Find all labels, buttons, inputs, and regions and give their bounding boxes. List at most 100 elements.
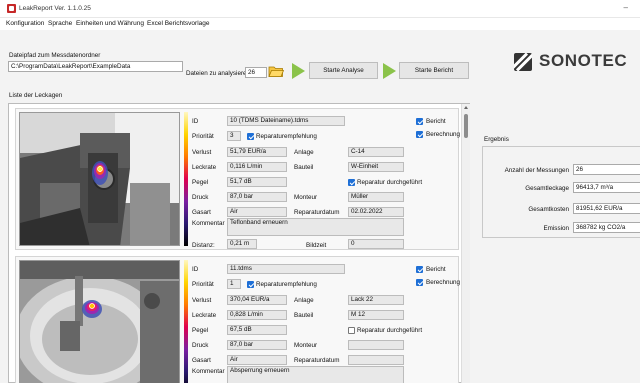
comment-label: Kommentar <box>192 368 225 375</box>
repair-recommendation-label: Reparaturempfehlung <box>256 281 317 288</box>
window-title: LeakReport Ver. 1.1.0.25 <box>19 5 91 12</box>
leak-rate-field[interactable]: 0,116 L/min <box>227 162 287 172</box>
repair-done-checkbox[interactable] <box>348 179 355 186</box>
technician-label: Monteur <box>294 342 318 349</box>
report-label: Bericht <box>426 118 446 125</box>
thermal-image <box>19 112 180 246</box>
loss-label: Verlust <box>192 297 212 304</box>
priority-field[interactable]: 3 <box>227 131 241 141</box>
calculation-label: Berechnung <box>426 279 460 286</box>
minimize-button[interactable]: – <box>624 3 628 12</box>
result-label: Gesamtkosten <box>528 206 569 213</box>
calculation-checkbox[interactable] <box>416 279 423 286</box>
repair-date-field[interactable]: 02.02.2022 <box>348 207 404 217</box>
result-label: Anzahl der Messungen <box>504 167 569 174</box>
loss-field[interactable]: 51,79 EUR/a <box>227 147 287 157</box>
scroll-thumb[interactable] <box>464 114 468 138</box>
report-checkbox[interactable] <box>416 118 423 125</box>
technician-label: Monteur <box>294 194 318 201</box>
pressure-field[interactable]: 87,0 bar <box>227 192 287 202</box>
pressure-field[interactable]: 87,0 bar <box>227 340 287 350</box>
level-field[interactable]: 51,7 dB <box>227 177 287 187</box>
analyze-count-input[interactable]: 26 <box>245 67 267 78</box>
image-time-field[interactable]: 0 <box>348 239 404 249</box>
result-value: 96413,7 m³/a <box>573 182 640 193</box>
repair-recommendation-checkbox[interactable] <box>247 133 254 140</box>
component-label: Bauteil <box>294 164 314 171</box>
distance-field[interactable]: 0,21 m <box>227 239 257 249</box>
image-time-label: Bildzeit <box>306 242 327 249</box>
title-bar: LeakReport Ver. 1.1.0.25 – <box>0 0 640 18</box>
result-value: 26 <box>573 164 640 175</box>
priority-field[interactable]: 1 <box>227 279 241 289</box>
comment-field[interactable]: Teflonband erneuern <box>227 218 404 236</box>
plant-field[interactable]: Lack 22 <box>348 295 404 305</box>
leak-rate-label: Leckrate <box>192 164 217 171</box>
loss-field[interactable]: 370,04 EUR/a <box>227 295 287 305</box>
menu-item-excel-vorlage[interactable]: Excel Berichtsvorlage <box>147 20 210 27</box>
level-label: Pegel <box>192 327 209 334</box>
calculation-checkbox[interactable] <box>416 131 423 138</box>
leak-list-title: Liste der Leckagen <box>9 92 63 99</box>
scroll-up-arrow-icon[interactable] <box>464 106 468 109</box>
level-field[interactable]: 67,5 dB <box>227 325 287 335</box>
priority-label: Priorität <box>192 133 214 140</box>
id-label: ID <box>192 118 199 125</box>
open-folder-button[interactable] <box>268 64 285 78</box>
component-field[interactable]: W-Einheit <box>348 162 404 172</box>
logo-text: SONOTEC <box>539 51 628 70</box>
report-label: Bericht <box>426 266 446 273</box>
leak-rate-label: Leckrate <box>192 312 217 319</box>
folder-icon <box>268 66 285 77</box>
repair-date-field[interactable] <box>348 355 404 365</box>
plant-label: Anlage <box>294 149 314 156</box>
repair-done-label: Reparatur durchgeführt <box>357 179 423 186</box>
plant-field[interactable]: C-14 <box>348 147 404 157</box>
level-label: Pegel <box>192 179 209 186</box>
menu-bar: Konfiguration Sprache Einheiten und Währ… <box>0 18 640 30</box>
result-value: 368782 kg CO2/a <box>573 222 640 233</box>
result-value: 81951,62 EUR/a <box>573 203 640 214</box>
priority-label: Priorität <box>192 281 214 288</box>
component-label: Bauteil <box>294 312 314 319</box>
repair-recommendation-label: Reparaturempfehlung <box>256 133 317 140</box>
menu-item-einheiten[interactable]: Einheiten und Währung <box>76 20 144 27</box>
play-icon-analysis <box>292 63 305 79</box>
repair-done-checkbox[interactable] <box>348 327 355 334</box>
app-icon <box>7 4 16 13</box>
result-label: Emission <box>543 225 569 232</box>
analyze-count-label: Dateien zu analysieren <box>186 70 251 77</box>
start-analysis-button[interactable]: Starte Analyse <box>309 62 378 79</box>
technician-field[interactable]: Müller <box>348 192 404 202</box>
gas-field[interactable]: Air <box>227 207 287 217</box>
comment-field[interactable]: Absperrung erneuern <box>227 366 404 383</box>
loss-label: Verlust <box>192 149 212 156</box>
gas-label: Gasart <box>192 209 211 216</box>
comment-label: Kommentar <box>192 220 225 227</box>
calculation-label: Berechnung <box>426 131 460 138</box>
menu-item-konfiguration[interactable]: Konfiguration <box>6 20 44 27</box>
path-input[interactable]: C:\ProgramData\LeakReport\ExampleData <box>8 61 183 72</box>
result-label: Gesamtleckage <box>525 185 569 192</box>
path-label: Dateipfad zum Messdatenordner <box>9 52 101 59</box>
leak-card[interactable]: ID 11.tdms Bericht Priorität 1 Reparatur… <box>15 256 460 383</box>
repair-done-label: Reparatur durchgeführt <box>357 327 423 334</box>
repair-date-label: Reparaturdatum <box>294 209 340 216</box>
plant-label: Anlage <box>294 297 314 304</box>
gas-field[interactable]: Air <box>227 355 287 365</box>
id-field[interactable]: 11.tdms <box>227 264 345 274</box>
leak-rate-field[interactable]: 0,828 L/min <box>227 310 287 320</box>
level-colorbar <box>184 260 188 383</box>
repair-recommendation-checkbox[interactable] <box>247 281 254 288</box>
component-field[interactable]: M 12 <box>348 310 404 320</box>
leak-card[interactable]: ID 10 (TDMS Dateiname).tdms Bericht Prio… <box>15 108 460 250</box>
menu-item-sprache[interactable]: Sprache <box>48 20 72 27</box>
technician-field[interactable] <box>348 340 404 350</box>
distance-label: Distanz: <box>192 242 215 249</box>
leak-list[interactable]: ID 10 (TDMS Dateiname).tdms Bericht Prio… <box>8 103 470 383</box>
report-checkbox[interactable] <box>416 266 423 273</box>
start-report-button[interactable]: Starte Bericht <box>399 62 469 79</box>
gas-label: Gasart <box>192 357 211 364</box>
id-field[interactable]: 10 (TDMS Dateiname).tdms <box>227 116 345 126</box>
leak-list-scrollbar[interactable] <box>461 104 470 383</box>
